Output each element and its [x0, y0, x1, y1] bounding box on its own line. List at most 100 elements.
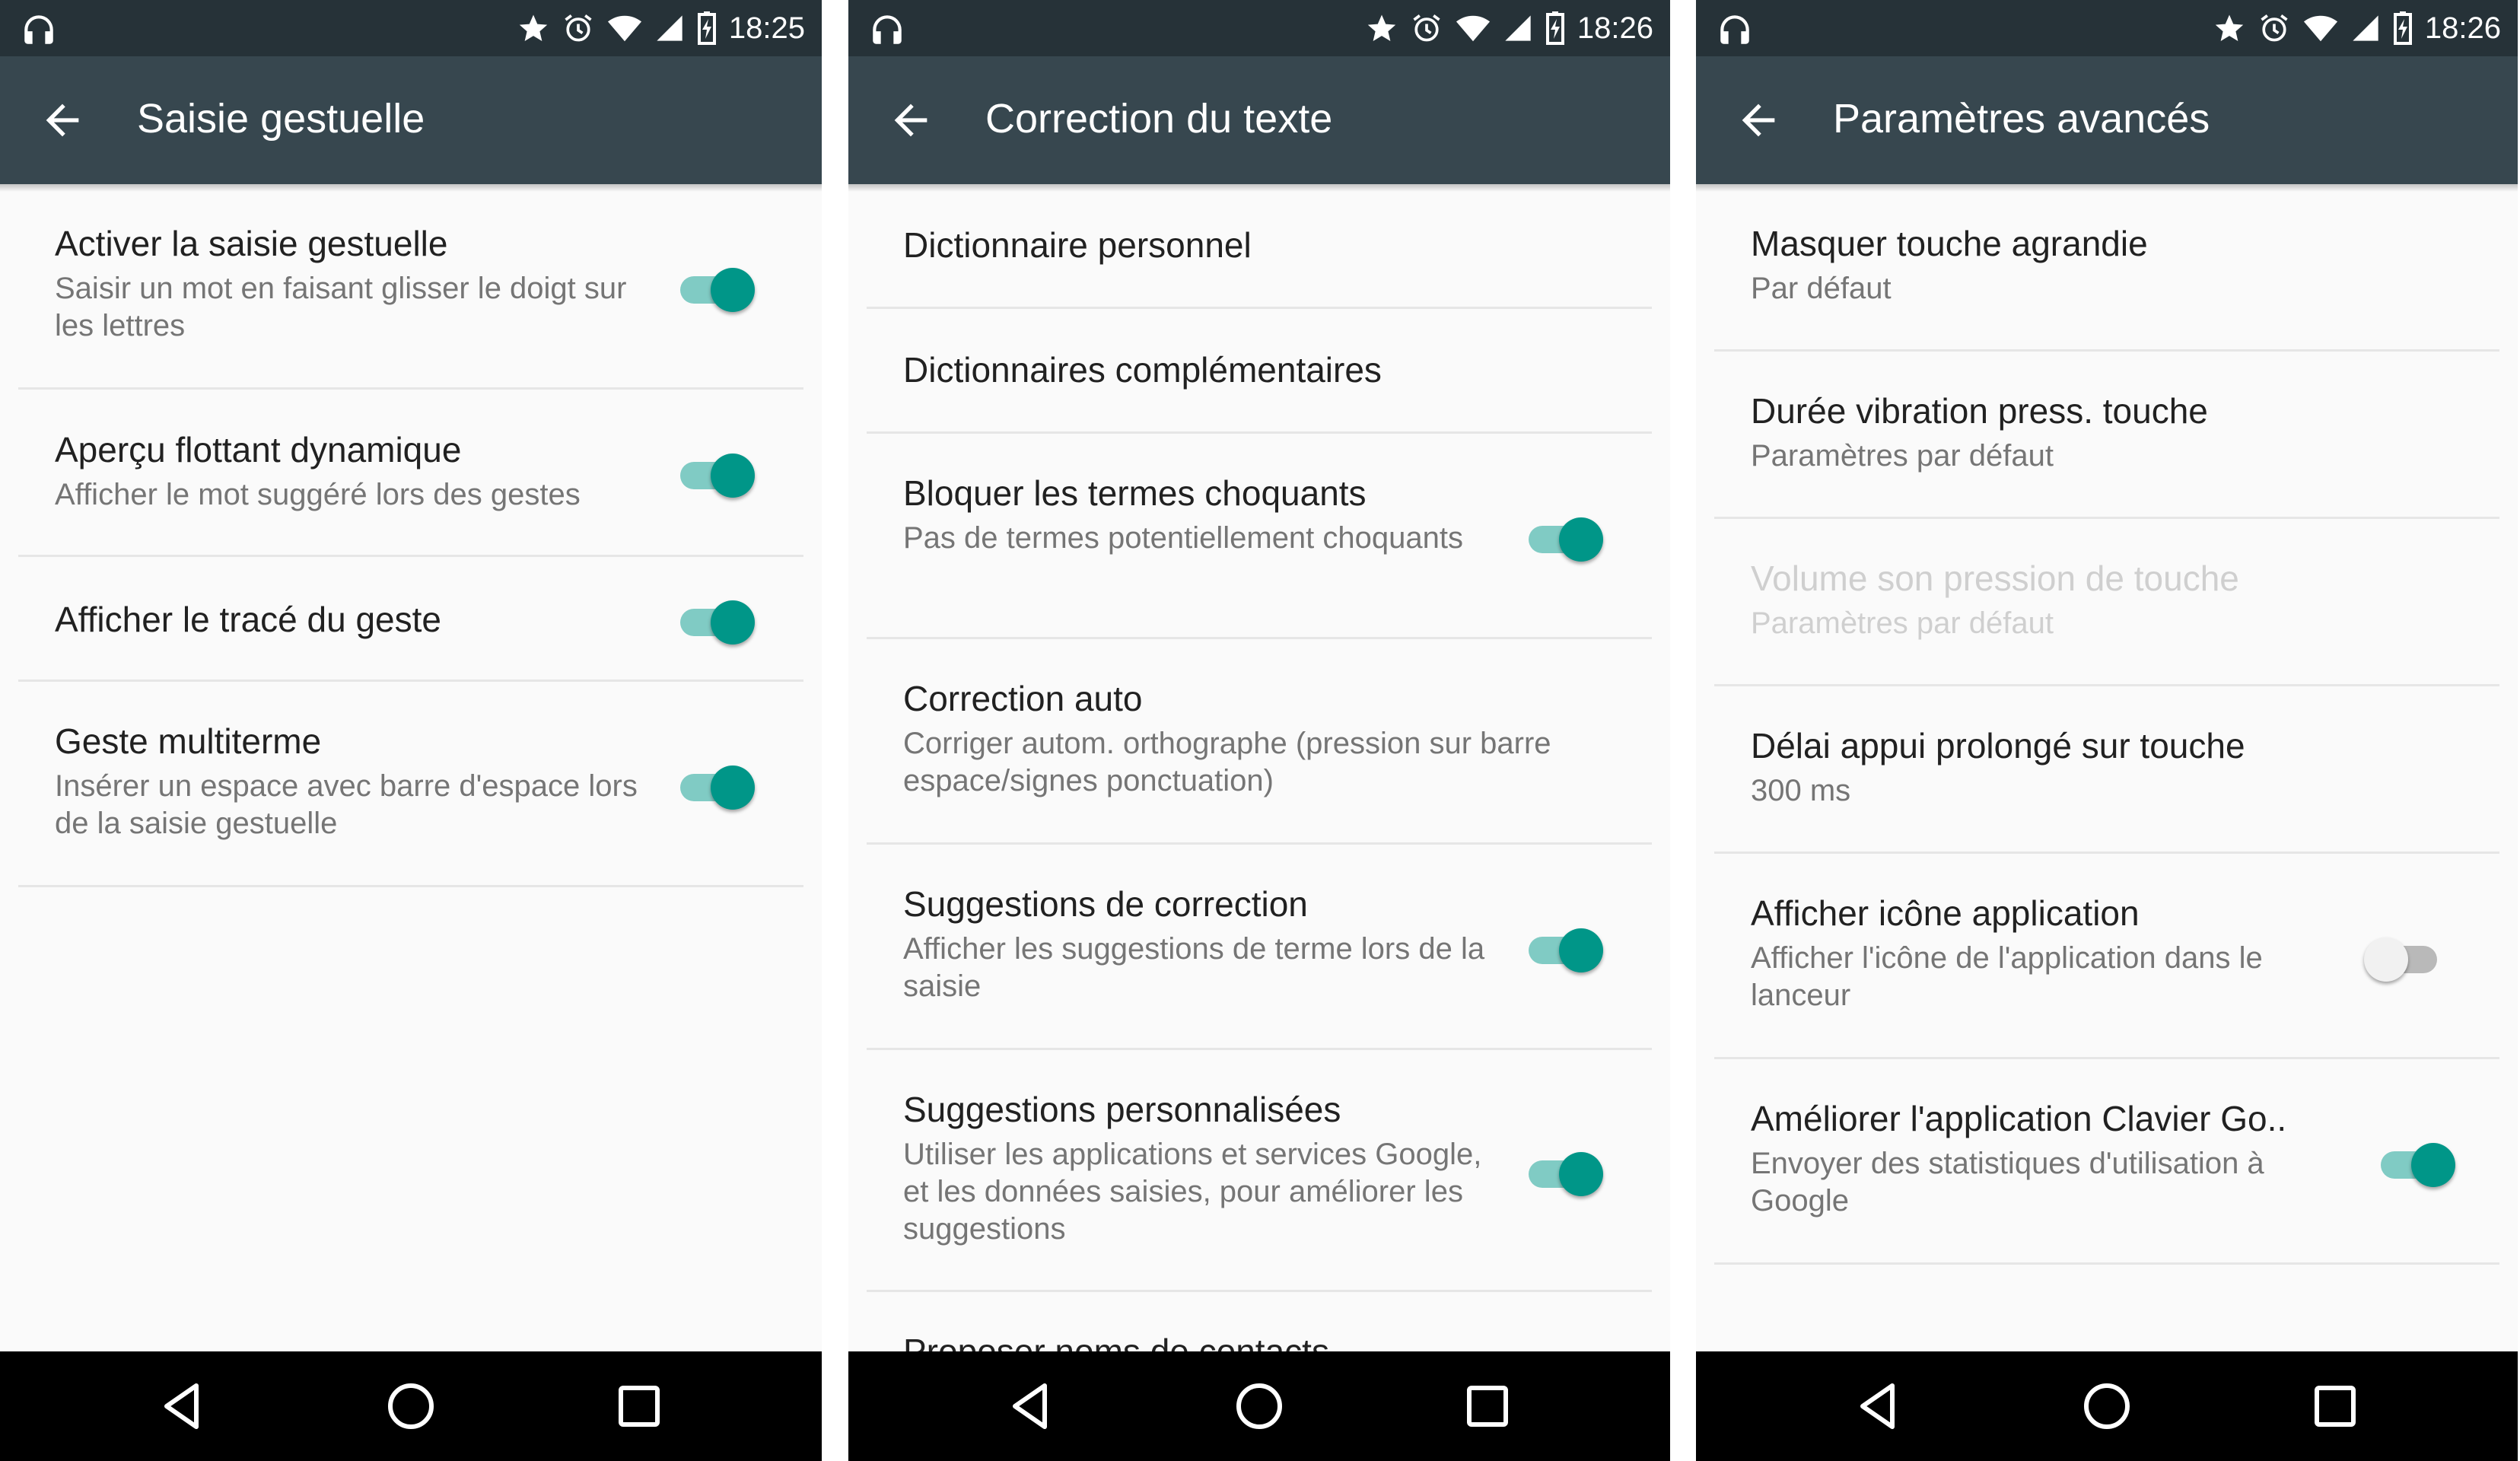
nav-home-icon[interactable]	[1232, 1379, 1287, 1434]
switch-thumb	[2364, 937, 2408, 982]
setting-item-block-offensive[interactable]: Bloquer les termes choquants Pas de term…	[867, 434, 1652, 639]
status-icons: 18:25	[505, 9, 805, 47]
nav-back-icon[interactable]	[1851, 1379, 1906, 1434]
nav-recent-icon[interactable]	[612, 1379, 667, 1434]
headset-icon	[24, 15, 53, 44]
setting-item-personal-dictionary[interactable]: Dictionnaire personnel	[867, 184, 1652, 309]
setting-item-long-press-delay[interactable]: Délai appui prolongé sur touche 300 ms	[1714, 686, 2499, 854]
switch-thumb	[711, 766, 755, 810]
setting-item-show-app-icon[interactable]: Afficher icône application Afficher l'ic…	[1714, 854, 2499, 1059]
toggle-switch[interactable]	[1524, 1144, 1608, 1198]
star-icon	[519, 14, 548, 41]
setting-subtitle: Envoyer des statistiques d'utilisation à…	[1751, 1147, 2264, 1218]
setting-subtitle: Utiliser les applications et services Go…	[903, 1138, 1482, 1246]
setting-title: Afficher le tracé du geste	[55, 600, 441, 639]
status-time: 18:25	[728, 11, 805, 45]
screen-advanced-settings: 18:26 Paramètres avancés Masquer touche …	[1696, 0, 2518, 1461]
wifi-icon	[1456, 15, 1490, 42]
setting-title: Dictionnaire personnel	[903, 225, 1252, 265]
status-time: 18:26	[2424, 11, 2501, 45]
status-icons: 18:26	[1354, 9, 1653, 47]
setting-item-floating-preview[interactable]: Aperçu flottant dynamique Afficher le mo…	[18, 390, 803, 557]
setting-subtitle: Insérer un espace avec barre d'espace lo…	[55, 769, 638, 840]
navigation-bar	[1696, 1351, 2518, 1461]
setting-title: Activer la saisie gestuelle	[55, 224, 448, 263]
setting-item-addon-dictionaries[interactable]: Dictionnaires complémentaires	[867, 309, 1652, 434]
cell-signal-icon	[1505, 15, 1531, 41]
setting-title: Améliorer l'application Clavier Go..	[1751, 1099, 2287, 1138]
status-bar: 18:25	[0, 0, 822, 56]
toggle-switch[interactable]	[2364, 930, 2448, 983]
switch-thumb	[2411, 1143, 2455, 1187]
app-bar: Correction du texte	[848, 56, 1670, 184]
back-arrow-icon[interactable]	[1734, 96, 1783, 145]
toggle-switch[interactable]	[676, 593, 759, 646]
setting-title: Geste multiterme	[55, 721, 322, 761]
setting-item-correction-suggestions[interactable]: Suggestions de correction Afficher les s…	[867, 845, 1652, 1050]
setting-title: Suggestions personnalisées	[903, 1090, 1341, 1129]
nav-recent-icon[interactable]	[1460, 1379, 1515, 1434]
nav-recent-icon[interactable]	[2308, 1379, 2362, 1434]
switch-thumb	[1559, 1152, 1603, 1196]
headset-icon	[1720, 15, 1749, 44]
setting-item-improve-keyboard[interactable]: Améliorer l'application Clavier Go.. Env…	[1714, 1059, 2499, 1265]
switch-thumb	[1559, 517, 1603, 562]
setting-item-keypress-volume: Volume son pression de touche Paramètres…	[1714, 519, 2499, 686]
setting-title: Correction auto	[903, 679, 1143, 718]
back-arrow-icon[interactable]	[886, 96, 935, 145]
alarm-icon	[565, 14, 592, 42]
toggle-switch[interactable]	[676, 446, 759, 499]
app-bar: Saisie gestuelle	[0, 56, 822, 184]
cell-signal-icon	[657, 15, 682, 41]
nav-back-icon[interactable]	[1004, 1379, 1058, 1434]
screen-text-correction: 18:26 Correction du texte Dictionnaire p…	[848, 0, 1670, 1461]
setting-item-gesture-trail[interactable]: Afficher le tracé du geste	[18, 557, 803, 682]
nav-home-icon[interactable]	[383, 1379, 438, 1434]
nav-home-icon[interactable]	[2079, 1379, 2134, 1434]
setting-title: Masquer touche agrandie	[1751, 224, 2148, 263]
navigation-bar	[0, 1351, 822, 1461]
setting-item-vibration-duration[interactable]: Durée vibration press. touche Paramètres…	[1714, 352, 2499, 519]
toggle-switch[interactable]	[1524, 921, 1608, 974]
switch-thumb	[711, 600, 755, 645]
wifi-icon	[607, 15, 641, 42]
switch-thumb	[711, 268, 755, 312]
navigation-bar	[848, 1351, 1670, 1461]
status-time: 18:26	[1577, 11, 1653, 45]
setting-subtitle: Paramètres par défaut	[1751, 606, 2054, 640]
page-title: Paramètres avancés	[1833, 96, 2210, 142]
alarm-icon	[1413, 14, 1440, 42]
setting-subtitle: Par défaut	[1751, 272, 1892, 305]
setting-title: Dictionnaires complémentaires	[903, 350, 1382, 390]
setting-subtitle: Paramètres par défaut	[1751, 439, 2054, 473]
setting-subtitle: Pas de termes potentiellement choquants	[903, 521, 1463, 555]
page-title: Correction du texte	[985, 96, 1333, 142]
nav-back-icon[interactable]	[155, 1379, 210, 1434]
setting-subtitle: Saisir un mot en faisant glisser le doig…	[55, 272, 627, 342]
setting-item-auto-correction[interactable]: Correction auto Corriger autom. orthogra…	[867, 639, 1652, 845]
setting-subtitle: Afficher le mot suggéré lors des gestes	[55, 478, 581, 511]
toggle-switch[interactable]	[1524, 510, 1608, 563]
status-icons: 18:26	[2201, 9, 2501, 47]
toggle-switch[interactable]	[676, 260, 759, 314]
setting-subtitle: Afficher l'icône de l'application dans l…	[1751, 941, 2263, 1012]
star-icon	[1367, 14, 1396, 41]
setting-item-enable-gesture[interactable]: Activer la saisie gestuelle Saisir un mo…	[18, 184, 803, 390]
setting-title: Bloquer les termes choquants	[903, 473, 1367, 513]
switch-thumb	[1559, 928, 1603, 972]
setting-title: Aperçu flottant dynamique	[55, 430, 462, 469]
toggle-switch[interactable]	[2376, 1135, 2460, 1189]
setting-item-personalized-suggestions[interactable]: Suggestions personnalisées Utiliser les …	[867, 1050, 1652, 1292]
setting-title: Durée vibration press. touche	[1751, 391, 2208, 431]
setting-subtitle: Afficher les suggestions de terme lors d…	[903, 932, 1485, 1003]
setting-item-hide-popup-key[interactable]: Masquer touche agrandie Par défaut	[1714, 184, 2499, 352]
battery-charging-icon	[697, 11, 716, 45]
back-arrow-icon[interactable]	[38, 96, 87, 145]
setting-item-multi-term[interactable]: Geste multiterme Insérer un espace avec …	[18, 682, 803, 887]
toggle-switch[interactable]	[676, 758, 759, 811]
cell-signal-icon	[2353, 15, 2378, 41]
screen-gesture-typing: 18:25 Saisie gestuelle Activer la saisie…	[0, 0, 822, 1461]
setting-title: Afficher icône application	[1751, 893, 2140, 933]
battery-charging-icon	[1545, 11, 1564, 45]
page-title: Saisie gestuelle	[137, 96, 425, 142]
